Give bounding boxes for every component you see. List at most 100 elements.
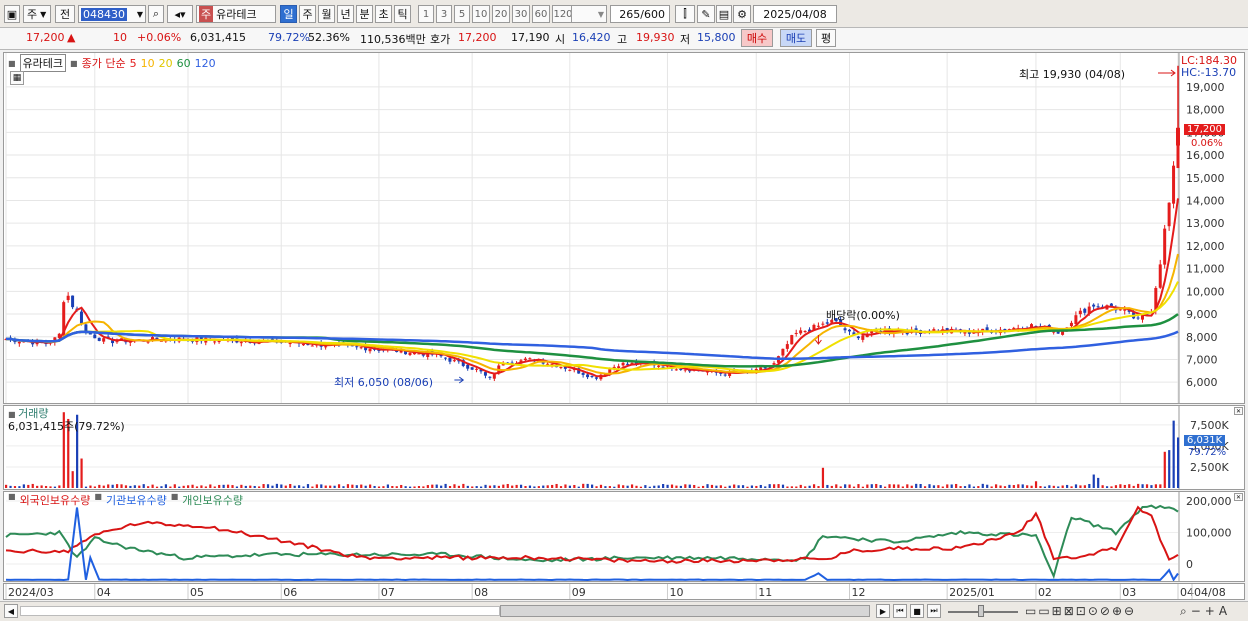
- scroll-right-icon[interactable]: ▶: [876, 604, 890, 618]
- candle-body: [359, 347, 363, 349]
- rewind-icon[interactable]: ⏮: [893, 604, 907, 618]
- volume-bar: [613, 486, 616, 488]
- save-icon[interactable]: ▤: [716, 5, 732, 23]
- candle-body: [546, 363, 550, 365]
- period-tab[interactable]: 분: [356, 5, 373, 23]
- volume-bar: [382, 486, 385, 488]
- candle-body: [621, 362, 625, 366]
- volume-bar: [768, 484, 771, 488]
- period-tab[interactable]: 틱: [394, 5, 411, 23]
- interval-button[interactable]: 20: [492, 5, 510, 23]
- volume-bar: [622, 485, 625, 488]
- x-tick-label: 05: [190, 586, 204, 599]
- tool-icons[interactable]: ▭▭⊞⊠⊡⊙⊘⊕⊖: [1025, 604, 1136, 618]
- custom-interval-select[interactable]: ▼: [571, 5, 607, 23]
- volume-bar: [262, 484, 265, 488]
- period-tab[interactable]: 일: [280, 5, 297, 23]
- volume-bar: [835, 484, 838, 488]
- gear-icon[interactable]: ⚙: [733, 5, 751, 23]
- date-input[interactable]: 2025/04/08: [753, 5, 837, 23]
- volume-bar: [422, 486, 425, 488]
- eval-button[interactable]: 평: [816, 29, 836, 47]
- market-select[interactable]: 주 ▼: [23, 5, 51, 23]
- candle-body: [763, 367, 767, 369]
- volume-panel[interactable]: 7,500K 5,000K 2,500K ■ 거래량 6,031,415주(79.7…: [3, 405, 1245, 490]
- code-input[interactable]: 048430 ▼: [78, 5, 146, 23]
- scroll-track[interactable]: [20, 606, 500, 616]
- volume-bar: [31, 483, 34, 488]
- y-tick-label: 15,000: [1186, 172, 1225, 185]
- legend-bullet-icon: ■: [94, 492, 102, 501]
- low-annotation: 최저 6,050 (08/06): [334, 376, 434, 389]
- low-label: 저: [680, 33, 691, 46]
- volume-bar: [1052, 485, 1055, 488]
- candle-body: [523, 358, 527, 361]
- candle-icon[interactable]: ⫿: [675, 5, 695, 23]
- y-tick-label: 100,000: [1186, 527, 1232, 540]
- volume-bar: [124, 485, 128, 488]
- volume-bar: [701, 485, 705, 488]
- forward-icon[interactable]: ⏭: [927, 604, 941, 618]
- volume-bar: [311, 486, 314, 488]
- volume-bar: [173, 484, 176, 488]
- price-panel[interactable]: 19,00018,00017,00016,00015,00014,00013,0…: [3, 52, 1245, 404]
- volume-bar: [1119, 484, 1122, 488]
- candle-body: [594, 377, 598, 379]
- search-icon[interactable]: ⌕: [148, 5, 164, 23]
- candle-body: [444, 357, 447, 359]
- candle-body: [1083, 308, 1087, 313]
- candle-body: [466, 364, 470, 369]
- interval-button[interactable]: 1: [418, 5, 434, 23]
- count-input[interactable]: 265/600: [610, 5, 670, 23]
- close-icon[interactable]: ✕: [1234, 407, 1243, 415]
- volume-bar: [93, 486, 96, 488]
- sell-button[interactable]: 매도: [780, 29, 812, 47]
- interval-button[interactable]: 10: [472, 5, 490, 23]
- calculator-icon[interactable]: ▦: [10, 71, 24, 85]
- interval-button[interactable]: 3: [436, 5, 452, 23]
- volume-bar: [49, 486, 52, 488]
- period-tab[interactable]: 초: [375, 5, 392, 23]
- volume-bar: [169, 486, 172, 488]
- holding-panel[interactable]: 200,000 100,000 0 ■ 외국인보유수량 ■ 기관보유수량 ■ 개인보…: [3, 491, 1245, 582]
- scroll-left-icon[interactable]: ◀: [4, 604, 18, 618]
- x-tick-label: 04: [97, 586, 111, 599]
- candle-body: [661, 366, 665, 368]
- prev-button[interactable]: 전: [55, 5, 75, 23]
- volume-bar: [812, 484, 816, 488]
- scroll-thumb[interactable]: [500, 605, 870, 617]
- volume-bar: [577, 486, 580, 488]
- period-tab[interactable]: 월: [318, 5, 335, 23]
- price-chart[interactable]: 19,00018,00017,00016,00015,00014,00013,0…: [4, 53, 1244, 403]
- turnover: 52.36%: [308, 31, 350, 44]
- period-tab[interactable]: 년: [337, 5, 354, 23]
- volume-bar: [564, 484, 567, 488]
- interval-button[interactable]: 5: [454, 5, 470, 23]
- volume-bar: [284, 485, 287, 488]
- zoom-icons[interactable]: ⌕−+A: [1180, 604, 1231, 619]
- volume-bar: [1105, 486, 1109, 488]
- trade-amount: 110,536백만: [360, 33, 426, 46]
- volume-bar: [53, 486, 57, 488]
- volume-bar: [417, 486, 421, 488]
- ma-60-label: 60: [176, 56, 191, 70]
- period-tab[interactable]: 주: [299, 5, 316, 23]
- volume-chart[interactable]: 7,500K5,000K2,500K: [4, 406, 1244, 489]
- interval-button[interactable]: 30: [512, 5, 530, 23]
- low-price: 15,800: [697, 31, 736, 44]
- drawing-icon[interactable]: ✎: [697, 5, 715, 23]
- close-icon[interactable]: ✕: [1234, 493, 1243, 501]
- interval-button[interactable]: 60: [532, 5, 550, 23]
- candle-body: [368, 349, 372, 352]
- speaker-icon[interactable]: ◂▾: [167, 5, 193, 23]
- volume-bar: [710, 484, 714, 488]
- up-arrow-icon: ▲: [67, 31, 76, 44]
- volume-bar: [1066, 484, 1069, 488]
- stock-name-field[interactable]: 주 유라테크: [196, 5, 276, 23]
- layout-icon[interactable]: ▣: [4, 5, 20, 23]
- current-price-tag: 17,200: [1184, 124, 1225, 135]
- zoom-slider-handle[interactable]: [978, 605, 984, 617]
- buy-button[interactable]: 매수: [741, 29, 773, 47]
- volume-bar: [342, 486, 345, 488]
- stop-icon[interactable]: ■: [910, 604, 924, 618]
